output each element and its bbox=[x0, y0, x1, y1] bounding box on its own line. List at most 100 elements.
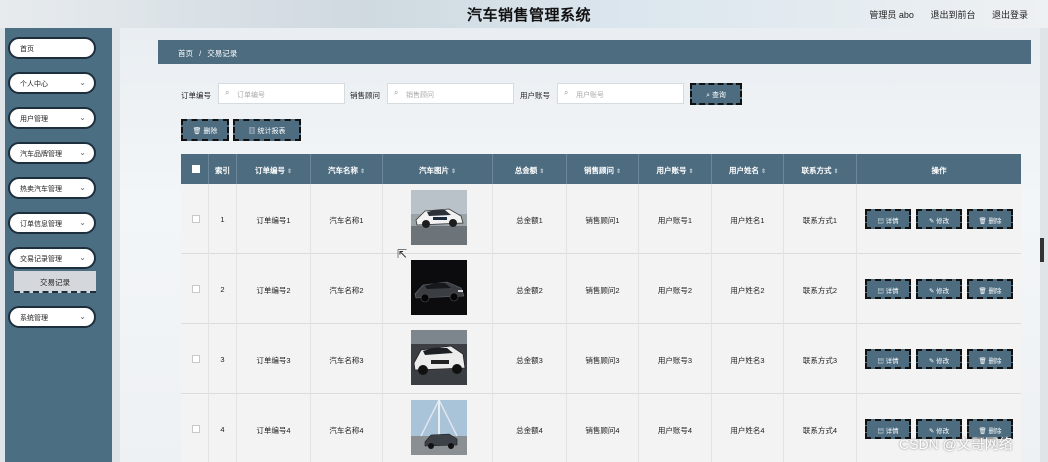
th-account-label: 用户账号 bbox=[656, 166, 687, 175]
breadcrumb-separator: / bbox=[199, 49, 202, 58]
delete-icon: 🗑 bbox=[978, 358, 989, 365]
sidebar-item-label: 汽车品牌管理 bbox=[20, 151, 62, 158]
top-bar: 汽车销售管理系统 管理员 abo 退出到前台 退出登录 bbox=[0, 0, 1048, 28]
sort-icon: ⇕ bbox=[833, 169, 839, 175]
sidebar-item-label: 首页 bbox=[20, 46, 34, 53]
chevron-down-icon: ⌄ bbox=[79, 253, 86, 262]
sort-icon: ⇕ bbox=[359, 169, 366, 175]
td-total: 总金额1 bbox=[493, 184, 567, 254]
detail-button[interactable]: ▤ 详情 bbox=[865, 349, 911, 369]
delete-icon: 🗑 bbox=[978, 288, 989, 295]
td-contact: 联系方式1 bbox=[784, 184, 857, 254]
delete-icon: 🗑 bbox=[978, 218, 989, 225]
sidebar-item-brands[interactable]: 汽车品牌管理 ⌄ bbox=[8, 142, 96, 164]
row-delete-button[interactable]: 🗑 删除 bbox=[967, 349, 1013, 369]
td-car-name: 汽车名称4 bbox=[311, 394, 383, 462]
sidebar-item-transactions[interactable]: 交易记录管理 ⌄ bbox=[8, 247, 96, 269]
td-index: 3 bbox=[209, 324, 237, 394]
table-header: 索引 订单编号 ⇕ 汽车名称 ⇕ 汽车图片 ⇕ 总金额 ⇕ 销售顾问 ⇕ 用户账号 ⇕ 用户… bbox=[181, 154, 1021, 184]
td-index: 4 bbox=[209, 394, 237, 462]
table-row: 2 订单编号2 汽车名称2 总金额2 销售顾问2 用户账号2 用户姓名2 联系方… bbox=[181, 254, 1021, 324]
breadcrumb-current: 交易记录 bbox=[207, 49, 238, 58]
car-image-bridge-sedan bbox=[411, 400, 467, 455]
edit-button-label: 修改 bbox=[936, 218, 950, 225]
th-user-name-label: 用户姓名 bbox=[728, 166, 759, 175]
th-select bbox=[181, 154, 209, 184]
th-total[interactable]: 总金额 ⇕ bbox=[493, 154, 567, 184]
account-placeholder: 用户账号 bbox=[576, 92, 604, 99]
car-image-white-suv bbox=[411, 330, 467, 385]
sidebar-item-label: 个人中心 bbox=[20, 81, 48, 88]
header-links: 管理员 abo 退出到前台 退出登录 bbox=[855, 8, 1028, 21]
td-select bbox=[181, 254, 209, 324]
breadcrumb-home[interactable]: 首页 bbox=[178, 49, 193, 58]
sidebar-item-orders[interactable]: 订单信息管理 ⌄ bbox=[8, 212, 96, 234]
th-order-no[interactable]: 订单编号 ⇕ bbox=[237, 154, 311, 184]
td-car-name: 汽车名称1 bbox=[311, 184, 383, 254]
scrollbar-thumb[interactable] bbox=[1040, 238, 1044, 262]
td-total: 总金额4 bbox=[493, 394, 567, 462]
row-delete-button[interactable]: 🗑 删除 bbox=[967, 279, 1013, 299]
detail-button[interactable]: ▤ 详情 bbox=[865, 279, 911, 299]
account-input[interactable]: ⌕ 用户账号 bbox=[557, 83, 684, 104]
td-order-no: 订单编号3 bbox=[237, 324, 311, 394]
search-button-label: 查询 bbox=[711, 92, 726, 99]
table-row: 1 订单编号1 汽车名称1 总金额1 销售顾问1 用户账号1 用户姓名1 联系方… bbox=[181, 184, 1021, 254]
sidebar-item-home[interactable]: 首页 bbox=[8, 37, 96, 59]
td-account: 用户账号3 bbox=[639, 324, 712, 394]
search-button[interactable]: ⌕ 查询 bbox=[690, 83, 742, 105]
sidebar-item-system[interactable]: 系统管理 ⌄ bbox=[8, 306, 96, 328]
td-user-name: 用户姓名4 bbox=[712, 394, 784, 462]
order-no-placeholder: 订单编号 bbox=[237, 92, 265, 99]
report-button[interactable]: ▥ 统计报表 bbox=[233, 119, 301, 141]
th-car-image-label: 汽车图片 bbox=[418, 166, 449, 175]
edit-button-label: 修改 bbox=[936, 358, 950, 365]
th-order-no-label: 订单编号 bbox=[254, 166, 285, 175]
frontend-link[interactable]: 退出到前台 bbox=[930, 10, 975, 20]
logout-link[interactable]: 退出登录 bbox=[992, 10, 1028, 20]
sidebar-item-users[interactable]: 用户管理 ⌄ bbox=[8, 107, 96, 129]
sidebar-item-label: 交易记录管理 bbox=[20, 256, 62, 263]
th-user-name[interactable]: 用户姓名 ⇕ bbox=[712, 154, 784, 184]
admin-label: 管理员 abo bbox=[869, 10, 914, 20]
th-car-image[interactable]: 汽车图片 ⇕ bbox=[383, 154, 493, 184]
sidebar-item-hot-cars[interactable]: 热卖汽车管理 ⌄ bbox=[8, 177, 96, 199]
delete-button[interactable]: 🗑 删除 bbox=[181, 119, 229, 141]
chevron-down-icon: ⌄ bbox=[79, 218, 86, 227]
detail-button-label: 详情 bbox=[885, 428, 899, 435]
row-delete-button[interactable]: 🗑 删除 bbox=[967, 209, 1013, 229]
edit-button[interactable]: ✎ 修改 bbox=[916, 209, 962, 229]
th-contact[interactable]: 联系方式 ⇕ bbox=[784, 154, 857, 184]
detail-icon: ▤ bbox=[877, 288, 886, 295]
search-icon: ⌕ bbox=[394, 88, 399, 97]
account-label: 用户账号 bbox=[520, 91, 550, 100]
app-title: 汽车销售管理系统 bbox=[467, 7, 592, 24]
td-order-no: 订单编号2 bbox=[237, 254, 311, 324]
sort-icon: ⇕ bbox=[688, 169, 694, 175]
td-user-name: 用户姓名1 bbox=[712, 184, 784, 254]
order-no-input[interactable]: ⌕ 订单编号 bbox=[218, 83, 345, 104]
detail-button[interactable]: ▤ 详情 bbox=[865, 209, 911, 229]
th-account[interactable]: 用户账号 ⇕ bbox=[639, 154, 712, 184]
th-car-name[interactable]: 汽车名称 ⇕ bbox=[311, 154, 383, 184]
chevron-down-icon: ⌄ bbox=[79, 183, 86, 192]
td-contact: 联系方式4 bbox=[784, 394, 857, 462]
td-account: 用户账号4 bbox=[639, 394, 712, 462]
th-advisor[interactable]: 销售顾问 ⇕ bbox=[567, 154, 639, 184]
td-contact: 联系方式2 bbox=[784, 254, 857, 324]
sort-icon: ⇕ bbox=[450, 169, 457, 175]
td-account: 用户账号1 bbox=[639, 184, 712, 254]
edit-button-label: 修改 bbox=[936, 288, 950, 295]
advisor-input[interactable]: ⌕ 销售顾问 bbox=[387, 83, 514, 104]
delete-button-label: 删除 bbox=[988, 218, 1002, 225]
td-select bbox=[181, 184, 209, 254]
td-select bbox=[181, 324, 209, 394]
edit-button[interactable]: ✎ 修改 bbox=[916, 349, 962, 369]
car-image-white-sedan bbox=[411, 190, 467, 245]
edit-button[interactable]: ✎ 修改 bbox=[916, 279, 962, 299]
search-icon: ⌕ bbox=[225, 88, 230, 97]
sidebar-item-personal[interactable]: 个人中心 ⌄ bbox=[8, 72, 96, 94]
td-car-name: 汽车名称2 bbox=[311, 254, 383, 324]
td-order-no: 订单编号4 bbox=[237, 394, 311, 462]
sidebar-subitem-transaction-records[interactable]: 交易记录 bbox=[14, 271, 96, 293]
